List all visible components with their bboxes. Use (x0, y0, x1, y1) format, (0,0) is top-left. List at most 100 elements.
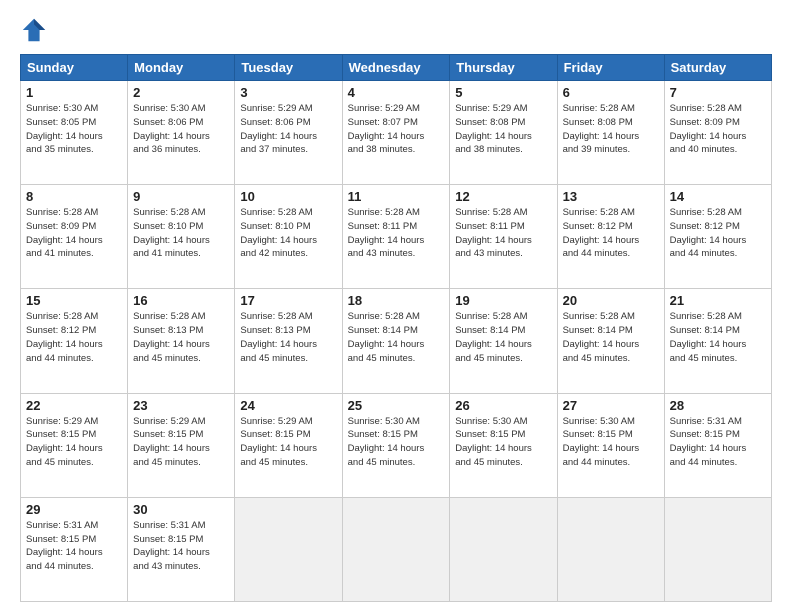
day-number: 29 (26, 502, 122, 517)
day-number: 23 (133, 398, 229, 413)
day-info: Sunrise: 5:28 AM Sunset: 8:10 PM Dayligh… (133, 206, 229, 261)
calendar-header: SundayMondayTuesdayWednesdayThursdayFrid… (21, 55, 772, 81)
day-number: 11 (348, 189, 445, 204)
day-info: Sunrise: 5:31 AM Sunset: 8:15 PM Dayligh… (133, 519, 229, 574)
day-number: 27 (563, 398, 659, 413)
day-info: Sunrise: 5:29 AM Sunset: 8:06 PM Dayligh… (240, 102, 336, 157)
day-number: 5 (455, 85, 551, 100)
calendar-day-19: 19 Sunrise: 5:28 AM Sunset: 8:14 PM Dayli… (450, 289, 557, 393)
header (20, 16, 772, 44)
day-info: Sunrise: 5:30 AM Sunset: 8:15 PM Dayligh… (348, 415, 445, 470)
day-number: 1 (26, 85, 122, 100)
calendar-body: 1 Sunrise: 5:30 AM Sunset: 8:05 PM Daylig… (21, 81, 772, 602)
calendar-day-8: 8 Sunrise: 5:28 AM Sunset: 8:09 PM Daylig… (21, 185, 128, 289)
day-number: 28 (670, 398, 766, 413)
day-number: 16 (133, 293, 229, 308)
page: SundayMondayTuesdayWednesdayThursdayFrid… (0, 0, 792, 612)
day-info: Sunrise: 5:28 AM Sunset: 8:13 PM Dayligh… (133, 310, 229, 365)
day-number: 2 (133, 85, 229, 100)
calendar-day-23: 23Sunrise: 5:29 AM Sunset: 8:15 PM Dayli… (128, 393, 235, 497)
calendar-day-15: 15 Sunrise: 5:28 AM Sunset: 8:12 PM Dayli… (21, 289, 128, 393)
day-info: Sunrise: 5:28 AM Sunset: 8:14 PM Dayligh… (670, 310, 766, 365)
calendar-day-30: 30 Sunrise: 5:31 AM Sunset: 8:15 PM Dayli… (128, 497, 235, 601)
day-info: Sunrise: 5:29 AM Sunset: 8:15 PM Dayligh… (26, 415, 122, 470)
calendar-day-7: 7 Sunrise: 5:28 AM Sunset: 8:09 PM Daylig… (664, 81, 771, 185)
day-info: Sunrise: 5:30 AM Sunset: 8:05 PM Dayligh… (26, 102, 122, 157)
header-row: SundayMondayTuesdayWednesdayThursdayFrid… (21, 55, 772, 81)
day-number: 7 (670, 85, 766, 100)
calendar-day-empty (235, 497, 342, 601)
day-number: 12 (455, 189, 551, 204)
header-day-friday: Friday (557, 55, 664, 81)
day-number: 15 (26, 293, 122, 308)
calendar-day-empty (557, 497, 664, 601)
calendar-day-2: 2Sunrise: 5:30 AM Sunset: 8:06 PM Daylig… (128, 81, 235, 185)
calendar-day-4: 4 Sunrise: 5:29 AM Sunset: 8:07 PM Daylig… (342, 81, 450, 185)
day-number: 10 (240, 189, 336, 204)
header-day-monday: Monday (128, 55, 235, 81)
calendar-day-empty (342, 497, 450, 601)
calendar-day-17: 17 Sunrise: 5:28 AM Sunset: 8:13 PM Dayli… (235, 289, 342, 393)
day-number: 26 (455, 398, 551, 413)
logo-icon (20, 16, 48, 44)
calendar-day-18: 18 Sunrise: 5:28 AM Sunset: 8:14 PM Dayli… (342, 289, 450, 393)
calendar-day-12: 12 Sunrise: 5:28 AM Sunset: 8:11 PM Dayli… (450, 185, 557, 289)
header-day-wednesday: Wednesday (342, 55, 450, 81)
day-number: 20 (563, 293, 659, 308)
day-info: Sunrise: 5:30 AM Sunset: 8:15 PM Dayligh… (455, 415, 551, 470)
day-info: Sunrise: 5:28 AM Sunset: 8:11 PM Dayligh… (455, 206, 551, 261)
calendar-day-14: 14Sunrise: 5:28 AM Sunset: 8:12 PM Dayli… (664, 185, 771, 289)
calendar-day-empty (664, 497, 771, 601)
calendar-day-27: 27Sunrise: 5:30 AM Sunset: 8:15 PM Dayli… (557, 393, 664, 497)
calendar-week-1: 1 Sunrise: 5:30 AM Sunset: 8:05 PM Daylig… (21, 81, 772, 185)
day-number: 25 (348, 398, 445, 413)
day-number: 3 (240, 85, 336, 100)
day-info: Sunrise: 5:28 AM Sunset: 8:09 PM Dayligh… (670, 102, 766, 157)
calendar-week-2: 8 Sunrise: 5:28 AM Sunset: 8:09 PM Daylig… (21, 185, 772, 289)
calendar-day-9: 9 Sunrise: 5:28 AM Sunset: 8:10 PM Daylig… (128, 185, 235, 289)
day-info: Sunrise: 5:31 AM Sunset: 8:15 PM Dayligh… (670, 415, 766, 470)
day-number: 22 (26, 398, 122, 413)
day-info: Sunrise: 5:28 AM Sunset: 8:09 PM Dayligh… (26, 206, 122, 261)
day-info: Sunrise: 5:28 AM Sunset: 8:14 PM Dayligh… (563, 310, 659, 365)
calendar-day-29: 29 Sunrise: 5:31 AM Sunset: 8:15 PM Dayli… (21, 497, 128, 601)
day-info: Sunrise: 5:28 AM Sunset: 8:11 PM Dayligh… (348, 206, 445, 261)
day-info: Sunrise: 5:29 AM Sunset: 8:08 PM Dayligh… (455, 102, 551, 157)
header-day-tuesday: Tuesday (235, 55, 342, 81)
calendar-day-5: 5 Sunrise: 5:29 AM Sunset: 8:08 PM Daylig… (450, 81, 557, 185)
day-info: Sunrise: 5:28 AM Sunset: 8:12 PM Dayligh… (563, 206, 659, 261)
day-number: 9 (133, 189, 229, 204)
day-info: Sunrise: 5:28 AM Sunset: 8:13 PM Dayligh… (240, 310, 336, 365)
day-info: Sunrise: 5:28 AM Sunset: 8:08 PM Dayligh… (563, 102, 659, 157)
day-info: Sunrise: 5:28 AM Sunset: 8:14 PM Dayligh… (348, 310, 445, 365)
day-number: 19 (455, 293, 551, 308)
day-number: 4 (348, 85, 445, 100)
day-info: Sunrise: 5:29 AM Sunset: 8:07 PM Dayligh… (348, 102, 445, 157)
calendar-day-3: 3 Sunrise: 5:29 AM Sunset: 8:06 PM Daylig… (235, 81, 342, 185)
day-info: Sunrise: 5:29 AM Sunset: 8:15 PM Dayligh… (240, 415, 336, 470)
calendar-day-25: 25 Sunrise: 5:30 AM Sunset: 8:15 PM Dayli… (342, 393, 450, 497)
day-number: 17 (240, 293, 336, 308)
day-info: Sunrise: 5:28 AM Sunset: 8:14 PM Dayligh… (455, 310, 551, 365)
calendar-week-4: 22 Sunrise: 5:29 AM Sunset: 8:15 PM Dayli… (21, 393, 772, 497)
day-number: 18 (348, 293, 445, 308)
day-number: 24 (240, 398, 336, 413)
calendar-day-22: 22 Sunrise: 5:29 AM Sunset: 8:15 PM Dayli… (21, 393, 128, 497)
day-number: 21 (670, 293, 766, 308)
calendar-day-empty (450, 497, 557, 601)
day-info: Sunrise: 5:28 AM Sunset: 8:12 PM Dayligh… (26, 310, 122, 365)
header-day-thursday: Thursday (450, 55, 557, 81)
calendar-day-26: 26 Sunrise: 5:30 AM Sunset: 8:15 PM Dayli… (450, 393, 557, 497)
calendar-day-21: 21 Sunrise: 5:28 AM Sunset: 8:14 PM Dayli… (664, 289, 771, 393)
day-info: Sunrise: 5:31 AM Sunset: 8:15 PM Dayligh… (26, 519, 122, 574)
logo (20, 16, 52, 44)
calendar-week-5: 29 Sunrise: 5:31 AM Sunset: 8:15 PM Dayli… (21, 497, 772, 601)
day-number: 6 (563, 85, 659, 100)
header-day-saturday: Saturday (664, 55, 771, 81)
day-number: 30 (133, 502, 229, 517)
calendar-week-3: 15 Sunrise: 5:28 AM Sunset: 8:12 PM Dayli… (21, 289, 772, 393)
calendar-day-10: 10Sunrise: 5:28 AM Sunset: 8:10 PM Dayli… (235, 185, 342, 289)
header-day-sunday: Sunday (21, 55, 128, 81)
calendar-day-13: 13Sunrise: 5:28 AM Sunset: 8:12 PM Dayli… (557, 185, 664, 289)
day-number: 8 (26, 189, 122, 204)
